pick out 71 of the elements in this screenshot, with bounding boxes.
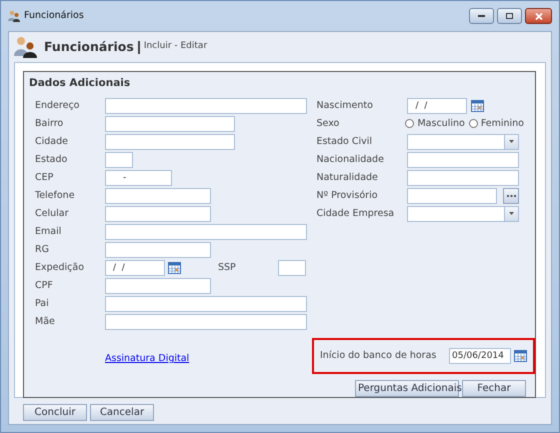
date-field[interactable]: / / (407, 98, 468, 114)
text-field[interactable] (407, 152, 520, 168)
text-field[interactable] (105, 224, 307, 240)
page-title: Funcionários (44, 38, 134, 56)
caret-icon (509, 212, 514, 216)
browse-button[interactable] (503, 188, 520, 204)
minimize-button[interactable] (469, 8, 494, 24)
dropdown-field[interactable] (407, 206, 520, 222)
text-field[interactable] (105, 296, 307, 312)
field-label: Naturalidade (316, 170, 379, 185)
dropdown-field[interactable] (407, 134, 520, 150)
caret-icon (509, 140, 514, 144)
field-label: Email (35, 224, 62, 239)
page-subtitle: Incluir - Editar (144, 40, 208, 54)
cep-field[interactable]: - (105, 170, 172, 186)
field-label: Celular (35, 206, 70, 221)
field-label: CEP (35, 170, 54, 185)
field-label: Pai (35, 296, 50, 311)
radio-button[interactable] (405, 119, 414, 128)
text-field[interactable] (278, 260, 306, 276)
dialog-title: Dados Adicionais (29, 76, 132, 91)
field-label: Mãe (35, 314, 56, 329)
field-label: RG (35, 242, 50, 257)
field-label: Início do banco de horas (320, 348, 436, 363)
dialog-button[interactable]: Perguntas Adicionais (355, 380, 459, 397)
text-field[interactable] (105, 314, 307, 330)
text-field[interactable] (105, 116, 235, 132)
field-label: Endereço (35, 98, 80, 113)
people-icon (8, 10, 20, 22)
text-field[interactable] (105, 134, 235, 150)
date-field[interactable]: / / (105, 260, 165, 276)
window-title: Funcionários (24, 8, 84, 23)
text-field[interactable] (407, 188, 498, 204)
text-field[interactable] (105, 188, 211, 204)
calendar-icon[interactable] (514, 350, 527, 362)
text-field[interactable] (105, 278, 211, 294)
field-label: Nº Provisório (316, 188, 379, 203)
radio-label: Feminino (480, 116, 524, 131)
field-label: CPF (35, 278, 54, 293)
maximize-button[interactable] (497, 8, 522, 24)
close-button[interactable] (525, 8, 552, 24)
calendar-icon[interactable] (168, 262, 181, 274)
text-field[interactable] (105, 152, 133, 168)
field-label: Nacionalidade (316, 152, 385, 167)
field-label: SSP (218, 260, 237, 275)
text-field[interactable] (105, 206, 211, 222)
field-label: Cidade Empresa (316, 206, 396, 221)
text-field[interactable] (407, 170, 520, 186)
close-icon (534, 12, 542, 20)
field-label: Expedição (35, 260, 86, 275)
field-label: Estado (35, 152, 68, 167)
radio-button[interactable] (468, 119, 478, 128)
calendar-icon[interactable] (471, 100, 484, 112)
people-icon (14, 36, 38, 58)
field-label: Bairro (35, 116, 64, 131)
field-label: Estado Civil (316, 134, 374, 149)
radio-label: Masculino (417, 116, 465, 131)
field-label: Cidade (35, 134, 69, 149)
dialog-button[interactable]: Fechar (462, 380, 526, 397)
form-button[interactable]: Concluir (23, 404, 87, 421)
field-label: Telefone (35, 188, 76, 203)
dropdown-button[interactable] (504, 134, 518, 149)
text-field[interactable] (105, 98, 307, 114)
text-field[interactable] (105, 242, 211, 258)
signature-link[interactable]: Assinatura Digital (105, 352, 190, 366)
date-field[interactable]: 05/06/2014 (449, 348, 511, 364)
ellipsis-icon (506, 194, 516, 197)
field-label: Sexo (316, 116, 340, 131)
field-label: Nascimento (316, 98, 374, 113)
form-button[interactable]: Cancelar (90, 404, 154, 421)
dropdown-button[interactable] (504, 206, 518, 221)
